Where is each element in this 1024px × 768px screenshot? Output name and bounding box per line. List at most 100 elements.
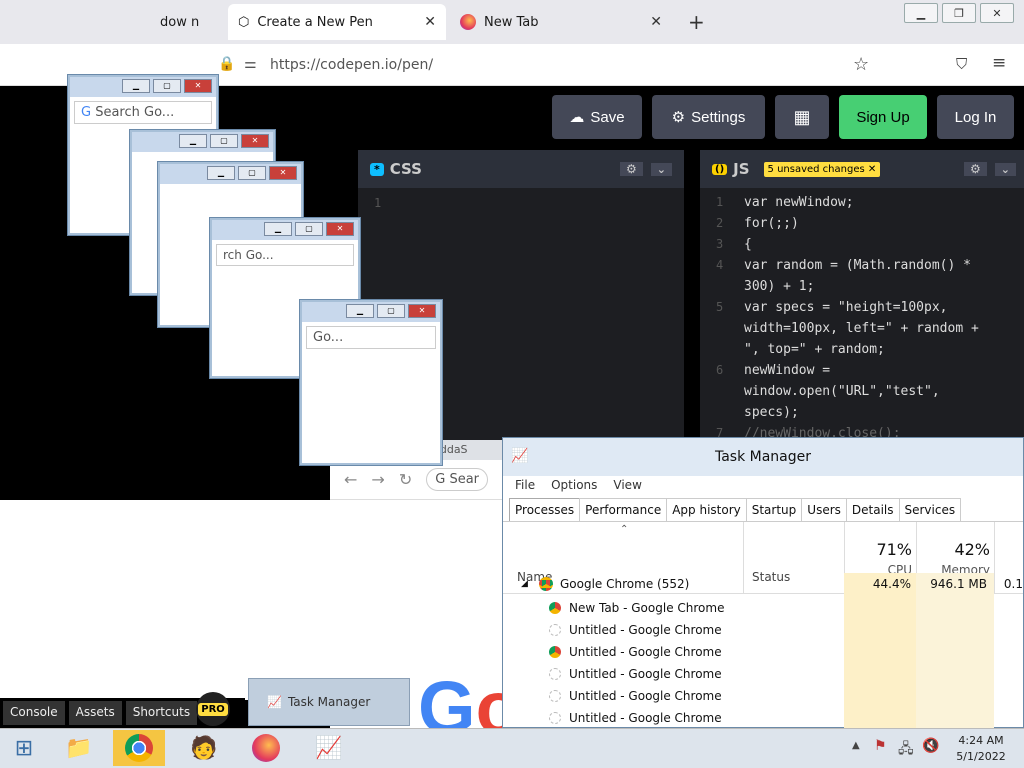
forward-icon[interactable]: → <box>371 470 384 489</box>
menu-icon[interactable]: ≡ <box>992 53 1006 73</box>
close-tab-icon[interactable]: ✕ <box>650 14 662 30</box>
process-row[interactable]: Untitled - Google Chrome <box>503 685 1023 707</box>
bg-search[interactable]: G Sear <box>426 468 488 491</box>
js-code-area[interactable]: 1 var newWindow; 2 for(;;) 3{4 var random = (… <box>700 192 1024 444</box>
close-icon[interactable]: ✕ <box>408 304 436 318</box>
tab-create-pen[interactable]: ⬡ Create a New Pen ✕ <box>228 4 446 40</box>
task-manager-titlebar[interactable]: 📈 Task Manager <box>503 438 1023 476</box>
maximize-icon[interactable]: ❐ <box>942 3 976 23</box>
network-icon[interactable]: 🖧 <box>898 738 914 762</box>
login-button[interactable]: Log In <box>937 95 1014 139</box>
tab-app-history[interactable]: App history <box>666 498 747 521</box>
process-row[interactable]: Untitled - Google Chrome <box>503 641 1023 663</box>
save-button[interactable]: ☁ Save <box>552 95 642 139</box>
process-group-row[interactable]: ◢ Google Chrome (552) 44.4% 946.1 MB 0.1 <box>503 573 1023 595</box>
firefox-taskbar-button[interactable] <box>242 730 290 766</box>
js-editor[interactable]: () JS 5 unsaved changes ✕ ⚙ ⌄ 1 var newWi… <box>700 150 1024 441</box>
tab-new-tab[interactable]: New Tab ✕ <box>450 4 672 40</box>
process-row[interactable]: Untitled - Google Chrome <box>503 663 1023 685</box>
console-button[interactable]: Console <box>3 701 65 725</box>
tab-previous[interactable]: dow n <box>150 4 228 40</box>
process-row[interactable]: New Tab - Google Chrome <box>503 597 1023 619</box>
close-icon[interactable]: ✕ <box>326 222 354 236</box>
minimize-icon[interactable]: ▁ <box>179 134 207 148</box>
lock-icon[interactable]: 🔒 <box>218 56 235 72</box>
code-line[interactable]: 4 var random = (Math.random() * <box>700 255 1024 276</box>
pro-badge[interactable]: PRO <box>196 692 230 726</box>
collapse-icon[interactable]: ◢ <box>521 579 528 589</box>
chevron-down-icon[interactable]: ⌄ <box>650 162 672 176</box>
code-line[interactable]: 300) + 1; <box>700 276 1024 297</box>
unsaved-badge[interactable]: 5 unsaved changes ✕ <box>763 161 881 177</box>
close-icon[interactable]: ✕ <box>184 79 212 93</box>
tab-performance[interactable]: Performance <box>579 498 668 521</box>
menu-item-options[interactable]: Options <box>551 478 597 492</box>
bookmark-star-icon[interactable]: ☆ <box>853 54 869 75</box>
code-line[interactable]: 5 var specs = "height=100px, <box>700 297 1024 318</box>
tab-services[interactable]: Services <box>898 498 962 521</box>
task-manager-taskbar-preview[interactable]: 📈 Task Manager <box>248 678 410 726</box>
tab-users[interactable]: Users <box>801 498 847 521</box>
close-tab-icon[interactable]: ✕ <box>424 14 436 30</box>
popup-search-label: Search Go... <box>95 105 175 120</box>
tray-expand-icon[interactable]: ▲ <box>852 740 860 751</box>
process-row[interactable]: Untitled - Google Chrome <box>503 707 1023 729</box>
menu-item-file[interactable]: File <box>515 478 535 492</box>
shortcuts-button[interactable]: Shortcuts <box>125 701 198 725</box>
pocket-icon[interactable]: ⛉ <box>956 55 967 73</box>
popup-search[interactable]: Go... <box>306 326 436 349</box>
minimize-icon[interactable]: ▁ <box>346 304 374 318</box>
tab-processes[interactable]: Processes <box>509 498 581 521</box>
task-manager-icon: 📈 <box>267 695 282 709</box>
process-row[interactable]: Untitled - Google Chrome <box>503 619 1023 641</box>
assets-button[interactable]: Assets <box>68 701 122 725</box>
user-app-button[interactable]: 🧑 <box>180 730 228 766</box>
editor-settings-icon[interactable]: ⚙ <box>620 162 643 176</box>
editor-settings-icon[interactable]: ⚙ <box>964 162 987 176</box>
close-icon[interactable]: ✕ <box>980 3 1014 23</box>
maximize-icon[interactable]: ▢ <box>377 304 405 318</box>
code-line[interactable]: 3{ <box>700 234 1024 255</box>
minimize-icon[interactable]: ▁ <box>122 79 150 93</box>
file-explorer-button[interactable]: 📁 <box>55 730 103 766</box>
new-tab-plus-icon[interactable]: + <box>688 10 705 34</box>
code-line[interactable]: ", top=" + random; <box>700 339 1024 360</box>
signup-button[interactable]: Sign Up <box>839 95 927 139</box>
maximize-icon[interactable]: ▢ <box>238 166 266 180</box>
settings-button[interactable]: ⚙ Settings <box>652 95 765 139</box>
minimize-icon[interactable]: ▁ <box>264 222 292 236</box>
tab-startup[interactable]: Startup <box>745 498 803 521</box>
popup-search[interactable]: rch Go... <box>216 244 354 266</box>
maximize-icon[interactable]: ▢ <box>210 134 238 148</box>
url-bar[interactable]: https://codepen.io/pen/ <box>270 57 433 73</box>
menu-item-view[interactable]: View <box>613 478 641 492</box>
minimize-icon[interactable]: ▁ <box>207 166 235 180</box>
chrome-taskbar-button[interactable] <box>113 730 165 766</box>
task-manager-taskbar-button[interactable]: 📈 <box>305 730 353 766</box>
permissions-icon[interactable]: ⚌ <box>244 56 257 72</box>
tab-details[interactable]: Details <box>845 498 900 521</box>
maximize-icon[interactable]: ▢ <box>295 222 323 236</box>
sort-arrow-icon[interactable]: ⌃ <box>620 524 628 535</box>
clock[interactable]: 4:24 AM 5/1/2022 <box>955 733 1007 765</box>
tray-flag-icon[interactable]: ⚑ <box>874 738 887 754</box>
close-icon[interactable]: ✕ <box>269 166 297 180</box>
minimize-icon[interactable]: ▁ <box>904 3 938 23</box>
volume-icon[interactable]: 🔇 <box>922 738 939 754</box>
layout-button[interactable]: ▦ <box>775 95 829 139</box>
chevron-down-icon[interactable]: ⌄ <box>994 162 1016 176</box>
task-manager-window[interactable]: 📈 Task Manager File Options View Processes… <box>502 437 1024 729</box>
maximize-icon[interactable]: ▢ <box>153 79 181 93</box>
popup-search[interactable]: G Search Go... <box>74 101 212 124</box>
close-icon[interactable]: ✕ <box>241 134 269 148</box>
start-button[interactable]: ⊞ <box>0 730 48 766</box>
code-line[interactable]: window.open("URL","test", <box>700 381 1024 402</box>
code-line[interactable]: 1 var newWindow; <box>700 192 1024 213</box>
back-icon[interactable]: ← <box>344 470 357 489</box>
popup-window[interactable]: ▁ ▢ ✕ Go... <box>300 300 442 465</box>
code-line[interactable]: specs); <box>700 402 1024 423</box>
code-line[interactable]: width=100px, left=" + random + <box>700 318 1024 339</box>
code-line[interactable]: 6 newWindow = <box>700 360 1024 381</box>
reload-icon[interactable]: ↻ <box>399 470 412 489</box>
code-line[interactable]: 2 for(;;) <box>700 213 1024 234</box>
